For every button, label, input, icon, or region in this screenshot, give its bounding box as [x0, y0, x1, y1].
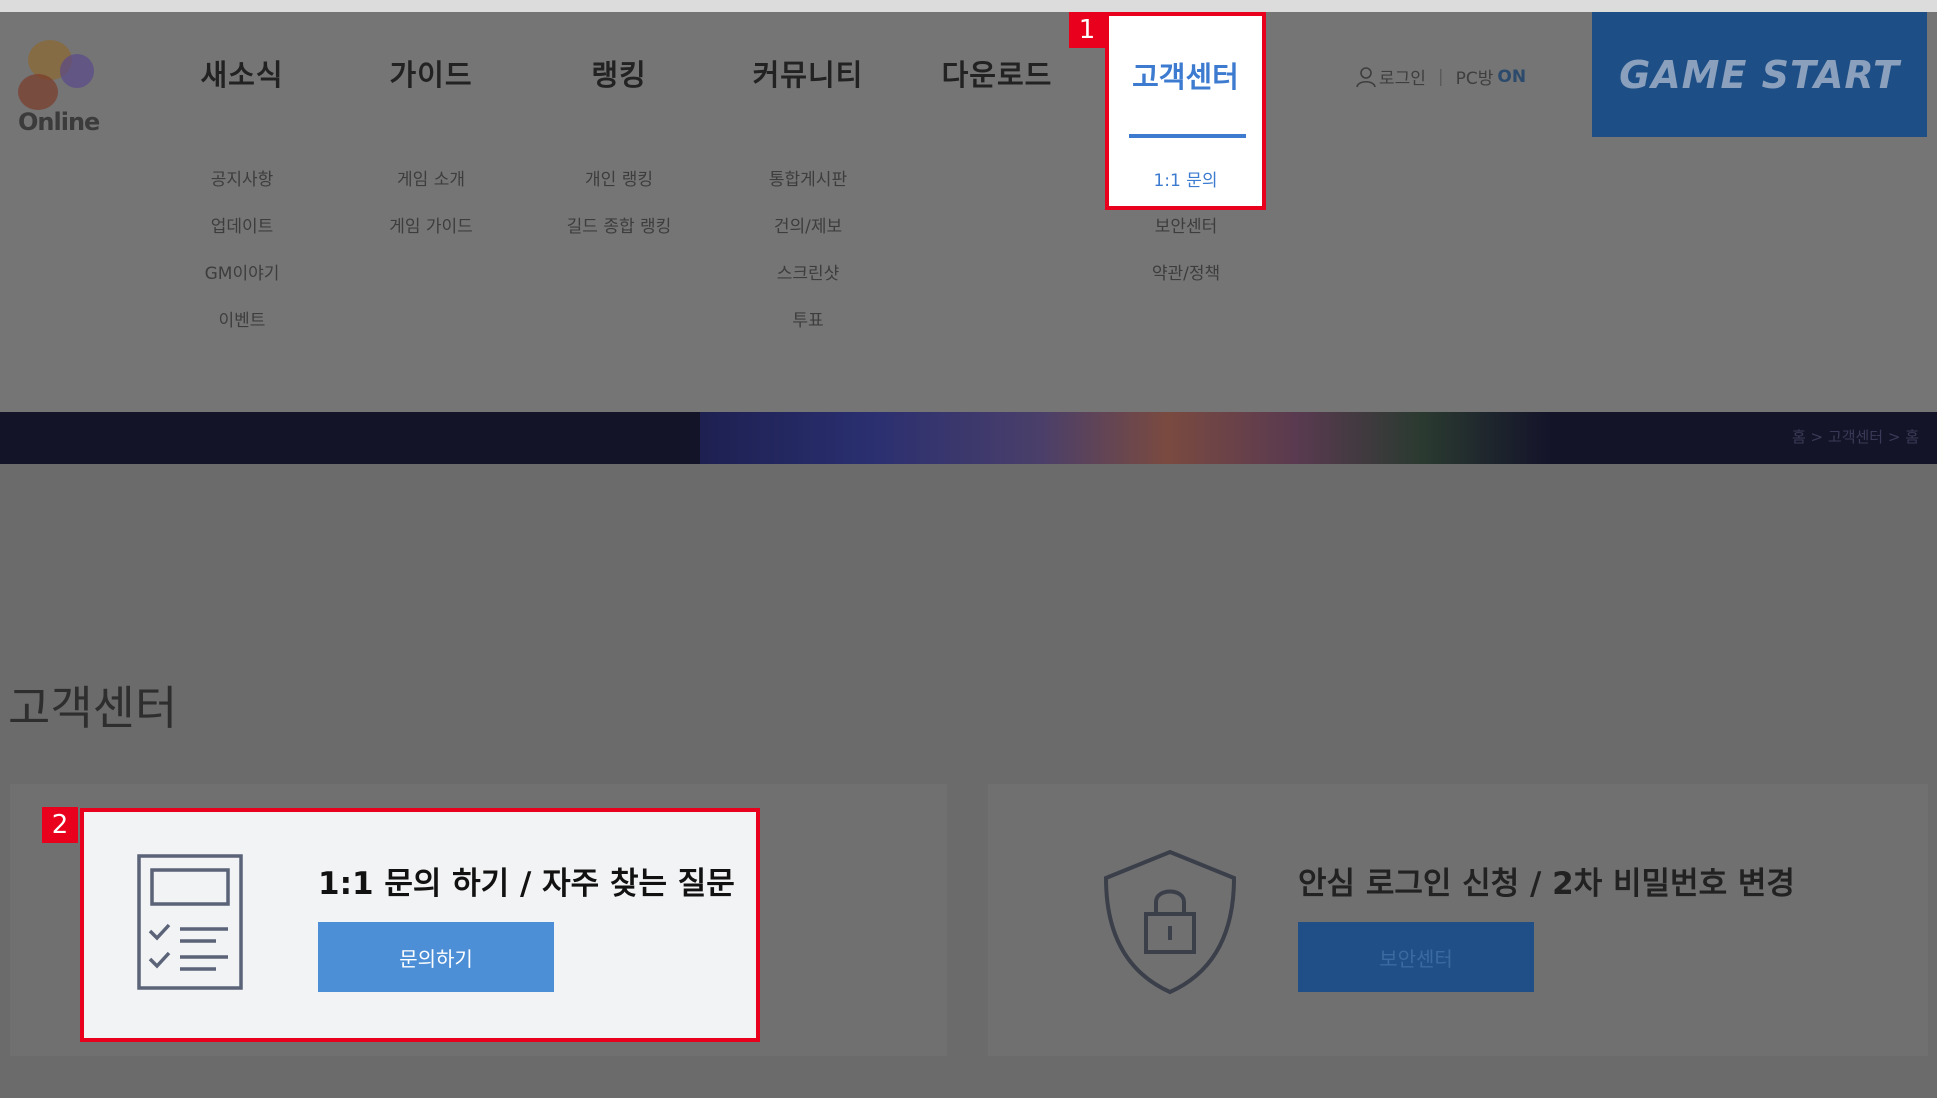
nav-item-news[interactable]: 새소식	[147, 52, 337, 94]
submenu-item[interactable]: 게임 소개	[336, 165, 526, 190]
security-card-title: 안심 로그인 신청 / 2차 비밀번호 변경	[1298, 866, 1795, 902]
annotation-badge-1: 1	[1069, 12, 1105, 48]
inquiry-button[interactable]: 문의하기	[318, 922, 554, 992]
active-underline	[1129, 134, 1246, 138]
nav-item-download[interactable]: 다운로드	[902, 52, 1092, 94]
annotation-badge-2: 2	[42, 807, 78, 843]
divider: |	[1437, 66, 1444, 87]
submenu-item[interactable]: 게임 가이드	[336, 212, 526, 237]
submenu-item[interactable]: 이벤트	[147, 306, 337, 331]
submenu-item-terms[interactable]: 약관/정책	[1091, 259, 1281, 284]
banner-art	[700, 412, 1550, 464]
page-title: 고객센터	[8, 681, 178, 735]
login-link[interactable]: 로그인	[1379, 64, 1426, 89]
logo[interactable]: Online	[8, 34, 114, 144]
login-area: 로그인 | PC방 ON	[1355, 64, 1526, 89]
submenu-item-security-center[interactable]: 보안센터	[1091, 212, 1281, 237]
top-strip	[0, 0, 1937, 12]
inquiry-card-title: 1:1 문의 하기 / 자주 찾는 질문	[318, 866, 735, 902]
nav-item-community[interactable]: 커뮤니티	[713, 52, 903, 94]
submenu-item[interactable]: 투표	[713, 306, 903, 331]
user-icon	[1356, 66, 1376, 87]
shield-lock-icon	[1103, 849, 1237, 995]
pc-label: PC방	[1455, 69, 1494, 89]
nav-item-guide[interactable]: 가이드	[336, 52, 526, 94]
checklist-document-icon	[137, 854, 243, 990]
nav-item-support-highlight[interactable]: 고객센터 1:1 문의	[1105, 12, 1266, 210]
submenu-item[interactable]: 스크린샷	[713, 259, 903, 284]
submenu-item[interactable]: 길드 종합 랭킹	[524, 212, 714, 237]
security-center-button[interactable]: 보안센터	[1298, 922, 1534, 992]
submenu-item[interactable]: 건의/제보	[713, 212, 903, 237]
nav-dropdown-panel: 공지사항 업데이트 GM이야기 이벤트 게임 소개 게임 가이드 개인 랭킹 길…	[0, 137, 1937, 412]
submenu-item[interactable]: 업데이트	[147, 212, 337, 237]
nav-item-ranking[interactable]: 랭킹	[524, 52, 714, 94]
pc-status: ON	[1497, 66, 1527, 87]
submenu-item[interactable]: GM이야기	[147, 259, 337, 284]
hero-banner: 홈 > 고객센터 > 홈	[0, 412, 1937, 464]
logo-art	[18, 74, 58, 110]
submenu-item[interactable]: 통합게시판	[713, 165, 903, 190]
submenu-item[interactable]: 공지사항	[147, 165, 337, 190]
logo-text: Online	[18, 108, 100, 136]
submenu-item[interactable]: 개인 랭킹	[524, 165, 714, 190]
game-start-button[interactable]: GAME START	[1592, 12, 1927, 137]
nav-item-support[interactable]: 고객센터	[1109, 54, 1262, 96]
logo-art	[60, 54, 94, 88]
breadcrumb: 홈 > 고객센터 > 홈	[1791, 428, 1919, 446]
game-start-label: GAME START	[1619, 52, 1900, 97]
submenu-item-inquiry[interactable]: 1:1 문의	[1109, 166, 1262, 191]
